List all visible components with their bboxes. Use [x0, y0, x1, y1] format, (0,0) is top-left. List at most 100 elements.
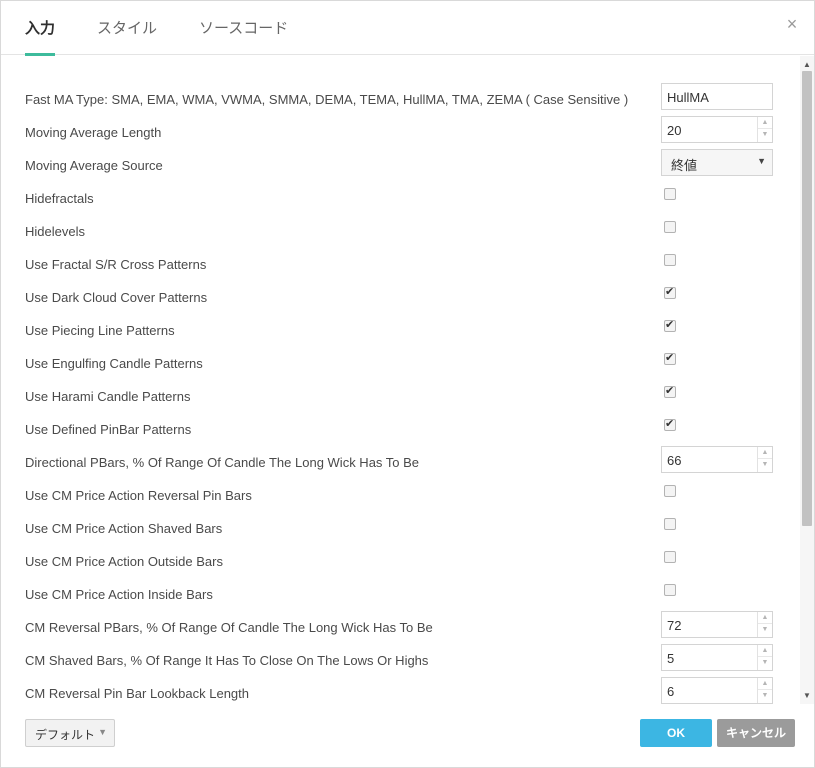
settings-row: Moving Average Source 終値 ▼	[1, 149, 801, 182]
setting-label: Moving Average Source	[25, 158, 163, 173]
scrollbar[interactable]: ▲ ▼	[800, 56, 814, 704]
setting-label: Use Harami Candle Patterns	[25, 389, 191, 404]
dialog-footer: デフォルト ▼ OK キャンセル	[1, 704, 814, 767]
setting-label: Use Piecing Line Patterns	[25, 323, 175, 338]
setting-label: Use Fractal S/R Cross Patterns	[25, 257, 207, 272]
cancel-button[interactable]: キャンセル	[717, 719, 795, 747]
increment-arrow-icon[interactable]: ▲	[758, 612, 772, 624]
scroll-down-arrow-icon[interactable]: ▼	[803, 691, 811, 700]
settings-row: Hidefractals	[1, 182, 801, 215]
setting-checkbox[interactable]: ✔	[664, 352, 676, 365]
number-stepper[interactable]: 5 ▲ ▼	[661, 644, 773, 671]
source-select[interactable]: 終値 ▼	[661, 149, 773, 176]
tab-style[interactable]: スタイル	[97, 17, 157, 55]
setting-checkbox[interactable]: ✔	[664, 286, 676, 299]
settings-row: Use CM Price Action Outside Bars	[1, 545, 801, 578]
settings-row: Directional PBars, % Of Range Of Candle …	[1, 446, 801, 479]
setting-label: Hidefractals	[25, 191, 94, 206]
setting-checkbox[interactable]: ✔	[664, 385, 676, 398]
setting-label: Fast MA Type: SMA, EMA, WMA, VWMA, SMMA,…	[25, 92, 629, 107]
number-value[interactable]: 6	[667, 684, 674, 699]
setting-label: Use CM Price Action Reversal Pin Bars	[25, 488, 252, 503]
settings-row: Use Fractal S/R Cross Patterns	[1, 248, 801, 281]
settings-row: Use Harami Candle Patterns ✔	[1, 380, 801, 413]
decrement-arrow-icon[interactable]: ▼	[758, 657, 772, 669]
settings-row: CM Reversal Pin Bar Lookback Length 6 ▲ ▼	[1, 677, 801, 704]
number-value[interactable]: 72	[667, 618, 681, 633]
checkmark-icon: ✔	[665, 418, 675, 430]
decrement-arrow-icon[interactable]: ▼	[758, 129, 772, 141]
setting-label: Use Defined PinBar Patterns	[25, 422, 192, 437]
setting-checkbox[interactable]: ✔	[664, 418, 676, 431]
settings-row: Use CM Price Action Inside Bars	[1, 578, 801, 611]
text-input[interactable]: HullMA	[661, 83, 773, 110]
checkmark-icon: ✔	[665, 385, 675, 397]
increment-arrow-icon[interactable]: ▲	[758, 447, 772, 459]
spinner: ▲ ▼	[757, 117, 772, 142]
number-stepper[interactable]: 66 ▲ ▼	[661, 446, 773, 473]
settings-row: Use Engulfing Candle Patterns ✔	[1, 347, 801, 380]
close-icon[interactable]: ×	[784, 15, 800, 33]
setting-label: Hidelevels	[25, 224, 85, 239]
setting-label: Use Dark Cloud Cover Patterns	[25, 290, 208, 305]
decrement-arrow-icon[interactable]: ▼	[758, 690, 772, 702]
settings-list: Fast MA Type: SMA, EMA, WMA, VWMA, SMMA,…	[1, 56, 801, 704]
defaults-label: デフォルト	[35, 728, 96, 742]
increment-arrow-icon[interactable]: ▲	[758, 117, 772, 129]
setting-checkbox[interactable]	[664, 254, 676, 266]
tab-inputs[interactable]: 入力	[25, 17, 56, 56]
settings-row: Moving Average Length 20 ▲ ▼	[1, 116, 801, 149]
settings-row: CM Shaved Bars, % Of Range It Has To Clo…	[1, 644, 801, 677]
settings-row: Use Piecing Line Patterns ✔	[1, 314, 801, 347]
checkmark-icon: ✔	[665, 286, 675, 298]
setting-checkbox[interactable]	[664, 485, 676, 497]
decrement-arrow-icon[interactable]: ▼	[758, 624, 772, 636]
tab-bar: 入力 スタイル ソースコード ×	[1, 1, 814, 56]
number-stepper[interactable]: 72 ▲ ▼	[661, 611, 773, 638]
spinner: ▲ ▼	[757, 678, 772, 703]
increment-arrow-icon[interactable]: ▲	[758, 645, 772, 657]
setting-label: Use Engulfing Candle Patterns	[25, 356, 203, 371]
setting-checkbox[interactable]	[664, 518, 676, 530]
settings-row: Hidelevels	[1, 215, 801, 248]
settings-row: Fast MA Type: SMA, EMA, WMA, VWMA, SMMA,…	[1, 83, 801, 116]
spinner: ▲ ▼	[757, 612, 772, 637]
setting-label: Directional PBars, % Of Range Of Candle …	[25, 455, 420, 470]
tab-source-code[interactable]: ソースコード	[199, 17, 288, 55]
setting-label: Use CM Price Action Shaved Bars	[25, 521, 223, 536]
setting-checkbox[interactable]	[664, 584, 676, 596]
checkmark-icon: ✔	[665, 319, 675, 331]
number-value[interactable]: 20	[667, 123, 681, 138]
settings-row: Use Defined PinBar Patterns ✔	[1, 413, 801, 446]
checkmark-icon: ✔	[665, 352, 675, 364]
number-stepper[interactable]: 6 ▲ ▼	[661, 677, 773, 704]
scroll-thumb[interactable]	[802, 71, 812, 526]
setting-label: CM Reversal PBars, % Of Range Of Candle …	[25, 620, 433, 635]
settings-row: CM Reversal PBars, % Of Range Of Candle …	[1, 611, 801, 644]
setting-checkbox[interactable]: ✔	[664, 319, 676, 332]
decrement-arrow-icon[interactable]: ▼	[758, 459, 772, 471]
setting-checkbox[interactable]	[664, 551, 676, 563]
defaults-dropdown-button[interactable]: デフォルト ▼	[25, 719, 115, 747]
increment-arrow-icon[interactable]: ▲	[758, 678, 772, 690]
number-stepper[interactable]: 20 ▲ ▼	[661, 116, 773, 143]
chevron-down-icon: ▼	[98, 727, 107, 737]
setting-label: CM Reversal Pin Bar Lookback Length	[25, 686, 250, 701]
spinner: ▲ ▼	[757, 645, 772, 670]
setting-label: Moving Average Length	[25, 125, 162, 140]
setting-checkbox[interactable]	[664, 188, 676, 200]
scroll-up-arrow-icon[interactable]: ▲	[803, 60, 811, 69]
settings-row: Use CM Price Action Reversal Pin Bars	[1, 479, 801, 512]
setting-label: Use CM Price Action Outside Bars	[25, 554, 223, 569]
setting-label: CM Shaved Bars, % Of Range It Has To Clo…	[25, 653, 429, 668]
setting-label: Use CM Price Action Inside Bars	[25, 587, 213, 602]
setting-checkbox[interactable]	[664, 221, 676, 233]
spinner: ▲ ▼	[757, 447, 772, 472]
ok-button[interactable]: OK	[640, 719, 712, 747]
indicator-settings-dialog: 入力 スタイル ソースコード × Fast MA Type: SMA, EMA,…	[0, 0, 815, 768]
settings-row: Use Dark Cloud Cover Patterns ✔	[1, 281, 801, 314]
settings-row: Use CM Price Action Shaved Bars	[1, 512, 801, 545]
number-value[interactable]: 66	[667, 453, 681, 468]
chevron-down-icon: ▼	[757, 156, 766, 166]
number-value[interactable]: 5	[667, 651, 674, 666]
